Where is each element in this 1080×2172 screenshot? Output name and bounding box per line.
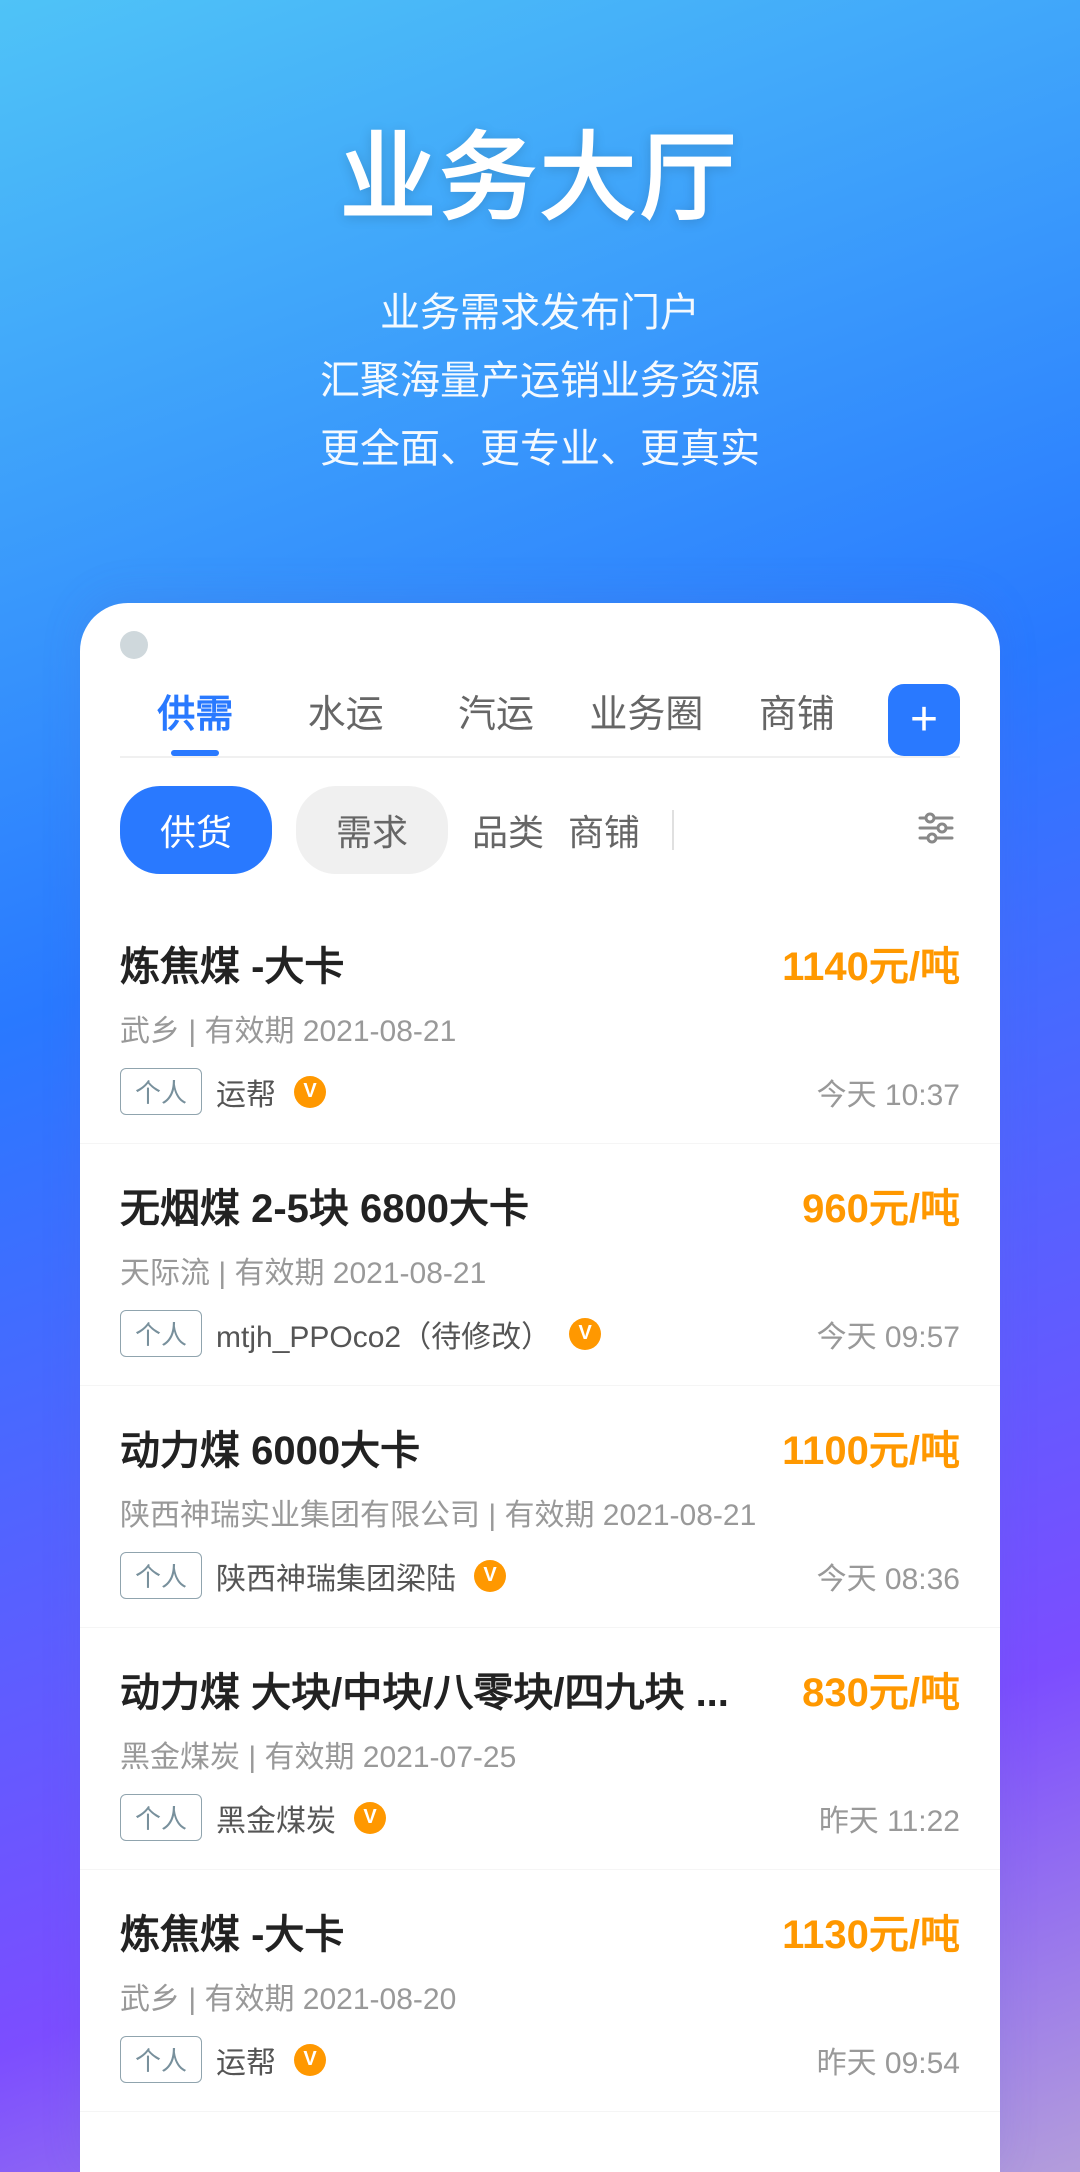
item-title: 动力煤 6000大卡	[120, 1418, 420, 1476]
tag-personal: 个人	[120, 1794, 202, 1841]
item-row3: 个人 黑金煤炭 V 昨天 11:22	[120, 1794, 960, 1841]
card-dot	[120, 631, 148, 659]
item-meta: 武乡 | 有效期 2021-08-20	[120, 1974, 960, 2018]
item-time: 今天 10:37	[817, 1070, 960, 1114]
item-username: 黑金煤炭	[216, 1796, 336, 1840]
list-item[interactable]: 动力煤 6000大卡 1100元/吨 陕西神瑞实业集团有限公司 | 有效期 20…	[80, 1386, 1000, 1628]
item-username: 运帮	[216, 2038, 276, 2082]
item-time: 今天 09:57	[817, 1312, 960, 1356]
tag-personal: 个人	[120, 2036, 202, 2083]
item-username: 运帮	[216, 1070, 276, 1114]
item-meta: 陕西神瑞实业集团有限公司 | 有效期 2021-08-21	[120, 1490, 960, 1534]
v-badge: V	[474, 1560, 506, 1592]
item-meta: 武乡 | 有效期 2021-08-21	[120, 1006, 960, 1050]
main-card: 供需 水运 汽运 业务圈 商铺 + 供货 需求 品类 商铺	[80, 603, 1000, 2172]
item-row3: 个人 运帮 V 今天 10:37	[120, 1068, 960, 1115]
tag-personal: 个人	[120, 1068, 202, 1115]
tag-personal: 个人	[120, 1552, 202, 1599]
item-time: 昨天 09:54	[817, 2038, 960, 2082]
tab-supply-demand[interactable]: 供需	[120, 683, 270, 756]
nav-tabs: 供需 水运 汽运 业务圈 商铺 +	[80, 659, 1000, 756]
list-item[interactable]: 炼焦煤 -大卡 1140元/吨 武乡 | 有效期 2021-08-21 个人 运…	[80, 902, 1000, 1144]
item-title: 动力煤 大块/中块/八零块/四九块 ...	[120, 1660, 729, 1718]
item-title: 炼焦煤 -大卡	[120, 1902, 344, 1960]
item-row3: 个人 mtjh_PPOco2（待修改） V 今天 09:57	[120, 1310, 960, 1357]
tag-personal: 个人	[120, 1310, 202, 1357]
subtitle-line1: 业务需求发布门户	[60, 279, 1020, 347]
tab-business-circle[interactable]: 业务圈	[571, 683, 721, 756]
item-title: 炼焦煤 -大卡	[120, 934, 344, 992]
item-price: 1130元/吨	[782, 1902, 960, 1960]
item-price: 830元/吨	[802, 1660, 960, 1718]
item-username: 陕西神瑞集团梁陆	[216, 1554, 456, 1598]
item-time: 昨天 11:22	[819, 1796, 960, 1840]
filter-row: 供货 需求 品类 商铺	[80, 758, 1000, 902]
filter-separator	[672, 810, 674, 850]
item-row3: 个人 陕西神瑞集团梁陆 V 今天 08:36	[120, 1552, 960, 1599]
add-button[interactable]: +	[888, 684, 960, 756]
page-subtitle: 业务需求发布门户 汇聚海量产运销业务资源 更全面、更专业、更真实	[60, 279, 1020, 483]
list-item[interactable]: 无烟煤 2-5块 6800大卡 960元/吨 天际流 | 有效期 2021-08…	[80, 1144, 1000, 1386]
page-title: 业务大厅	[60, 100, 1020, 239]
list-item[interactable]: 炼焦煤 -大卡 1130元/吨 武乡 | 有效期 2021-08-20 个人 运…	[80, 1870, 1000, 2112]
item-meta: 黑金煤炭 | 有效期 2021-07-25	[120, 1732, 960, 1776]
v-badge: V	[294, 1076, 326, 1108]
filter-category-label[interactable]: 品类	[472, 804, 544, 856]
v-badge: V	[354, 1802, 386, 1834]
filter-supply-button[interactable]: 供货	[120, 786, 272, 874]
item-meta: 天际流 | 有效期 2021-08-21	[120, 1248, 960, 1292]
card-dot-row	[80, 603, 1000, 659]
filter-icon[interactable]	[912, 804, 960, 857]
item-list: 炼焦煤 -大卡 1140元/吨 武乡 | 有效期 2021-08-21 个人 运…	[80, 902, 1000, 2112]
subtitle-line3: 更全面、更专业、更真实	[60, 415, 1020, 483]
tab-shop[interactable]: 商铺	[722, 683, 872, 756]
tab-water-transport[interactable]: 水运	[270, 683, 420, 756]
item-time: 今天 08:36	[817, 1554, 960, 1598]
item-price: 960元/吨	[802, 1176, 960, 1234]
tab-road-transport[interactable]: 汽运	[421, 683, 571, 756]
item-row3: 个人 运帮 V 昨天 09:54	[120, 2036, 960, 2083]
item-title: 无烟煤 2-5块 6800大卡	[120, 1176, 529, 1234]
v-badge: V	[294, 2044, 326, 2076]
subtitle-line2: 汇聚海量产运销业务资源	[60, 347, 1020, 415]
filter-shop-label[interactable]: 商铺	[568, 804, 640, 856]
v-badge: V	[569, 1318, 601, 1350]
list-item[interactable]: 动力煤 大块/中块/八零块/四九块 ... 830元/吨 黑金煤炭 | 有效期 …	[80, 1628, 1000, 1870]
item-username: mtjh_PPOco2（待修改）	[216, 1312, 551, 1356]
filter-demand-button[interactable]: 需求	[296, 786, 448, 874]
page-header: 业务大厅 业务需求发布门户 汇聚海量产运销业务资源 更全面、更专业、更真实	[0, 0, 1080, 543]
item-price: 1140元/吨	[782, 934, 960, 992]
item-price: 1100元/吨	[782, 1418, 960, 1476]
